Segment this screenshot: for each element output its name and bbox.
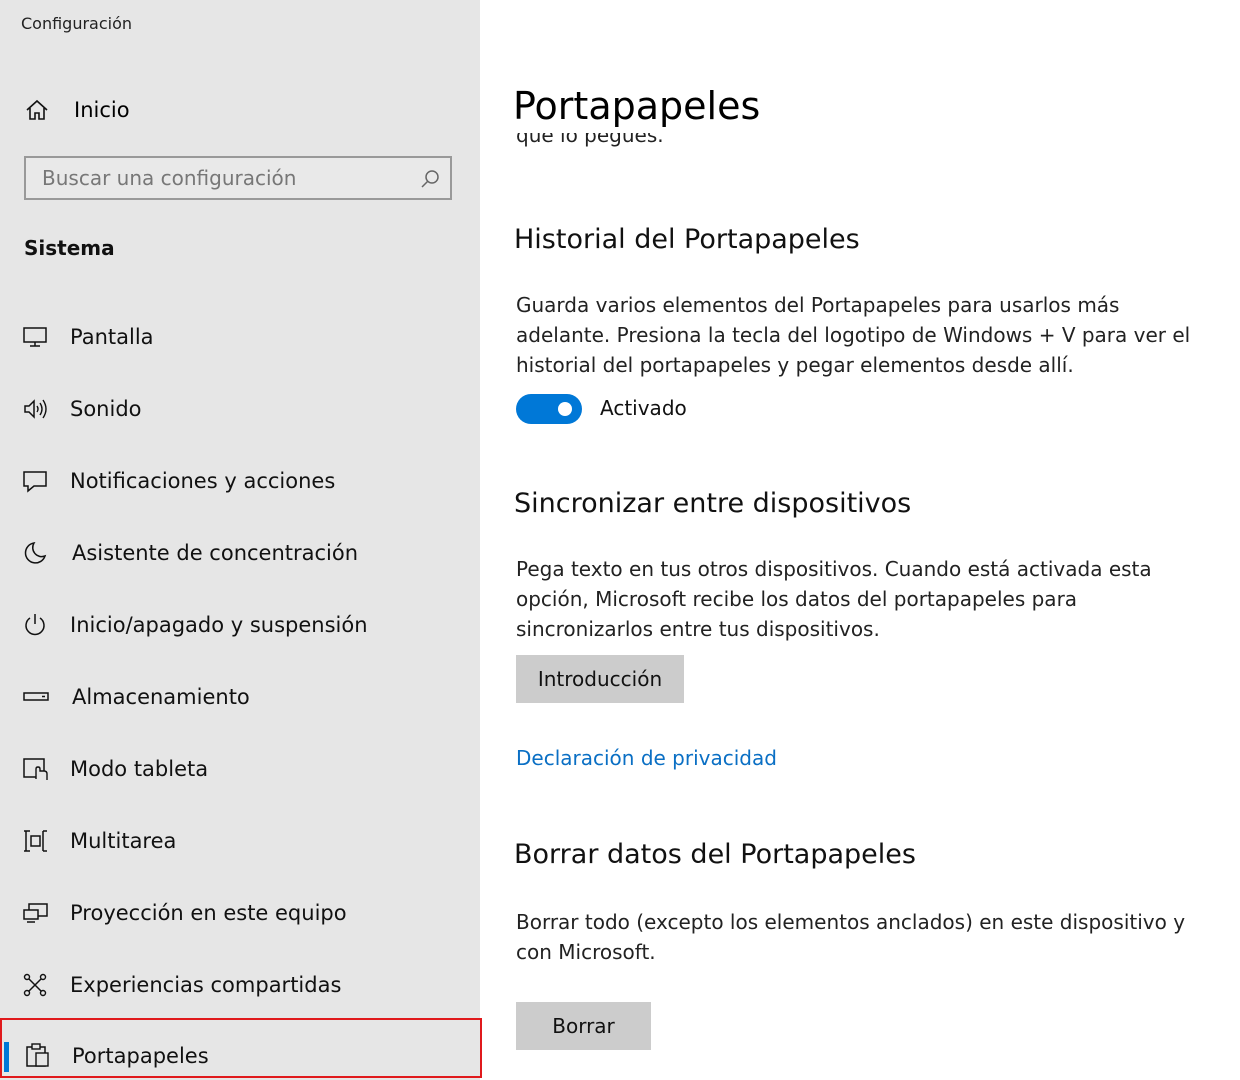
shared-experiences-icon: [22, 973, 50, 997]
sidebar-item-experiencias[interactable]: Experiencias compartidas: [0, 961, 480, 1009]
sidebar-item-label: Almacenamiento: [72, 685, 250, 709]
sync-description: Pega texto en tus otros dispositivos. Cu…: [516, 557, 1152, 641]
active-indicator: [4, 1042, 9, 1072]
sidebar-item-notificaciones[interactable]: Notificaciones y acciones: [0, 457, 480, 505]
sidebar-item-proyeccion[interactable]: Proyección en este equipo: [0, 889, 480, 937]
section-label: Sistema: [24, 236, 115, 260]
speaker-icon: [22, 397, 50, 421]
sidebar-item-label: Modo tableta: [70, 757, 209, 781]
sidebar-item-label: Experiencias compartidas: [70, 973, 342, 997]
sidebar-item-pantalla[interactable]: Pantalla: [0, 313, 480, 361]
clear-heading: Borrar datos del Portapapeles: [514, 839, 916, 870]
app-title: Configuración: [21, 14, 133, 33]
sidebar-item-asistente[interactable]: Asistente de concentración: [0, 529, 480, 577]
search-box[interactable]: [24, 156, 452, 200]
notification-icon: [22, 469, 50, 493]
power-icon: [22, 613, 50, 637]
page-title: Portapapeles: [513, 84, 761, 128]
sidebar-item-almacenamiento[interactable]: Almacenamiento: [0, 673, 480, 721]
sidebar-item-label: Proyección en este equipo: [70, 901, 347, 925]
sidebar-item-energia[interactable]: Inicio/apagado y suspensión: [0, 601, 480, 649]
clear-button[interactable]: Borrar: [516, 1002, 651, 1050]
sidebar-item-multitarea[interactable]: Multitarea: [0, 817, 480, 865]
home-icon: [24, 98, 50, 122]
multitask-icon: [22, 829, 50, 853]
sidebar: Configuración Inicio Sistema Pantalla So…: [0, 0, 482, 1080]
history-description: Guarda varios elementos del Portapapeles…: [516, 293, 1191, 377]
monitor-icon: [22, 325, 50, 349]
sidebar-item-label: Asistente de concentración: [72, 541, 359, 565]
main-content: Portapapeles que lo pegues. Historial de…: [480, 0, 1240, 1080]
sidebar-item-label: Portapapeles: [72, 1044, 209, 1068]
history-toggle[interactable]: [516, 394, 582, 424]
home-label: Inicio: [74, 98, 130, 122]
get-started-button[interactable]: Introducción: [516, 655, 684, 703]
tablet-mode-icon: [22, 757, 50, 781]
sidebar-item-label: Sonido: [70, 397, 142, 421]
sidebar-item-portapapeles[interactable]: Portapapeles: [0, 1018, 482, 1078]
sidebar-item-label: Notificaciones y acciones: [70, 469, 336, 493]
sync-heading: Sincronizar entre dispositivos: [514, 488, 912, 519]
toggle-knob: [558, 402, 572, 416]
search-input[interactable]: [26, 165, 404, 191]
history-toggle-state: Activado: [600, 396, 687, 420]
history-heading: Historial del Portapapeles: [514, 224, 860, 255]
projection-icon: [22, 901, 50, 925]
search-icon[interactable]: [420, 169, 440, 189]
home-nav-item[interactable]: Inicio: [24, 94, 130, 126]
moon-icon: [22, 541, 50, 565]
sidebar-item-label: Multitarea: [70, 829, 177, 853]
storage-icon: [22, 685, 50, 709]
sidebar-item-modo-tableta[interactable]: Modo tableta: [0, 745, 480, 793]
sidebar-item-label: Inicio/apagado y suspensión: [70, 613, 368, 637]
clear-description: Borrar todo (excepto los elementos ancla…: [516, 910, 1186, 964]
sidebar-item-label: Pantalla: [70, 325, 154, 349]
clipboard-icon: [24, 1042, 52, 1067]
sidebar-item-sonido[interactable]: Sonido: [0, 385, 480, 433]
privacy-link[interactable]: Declaración de privacidad: [516, 746, 777, 770]
